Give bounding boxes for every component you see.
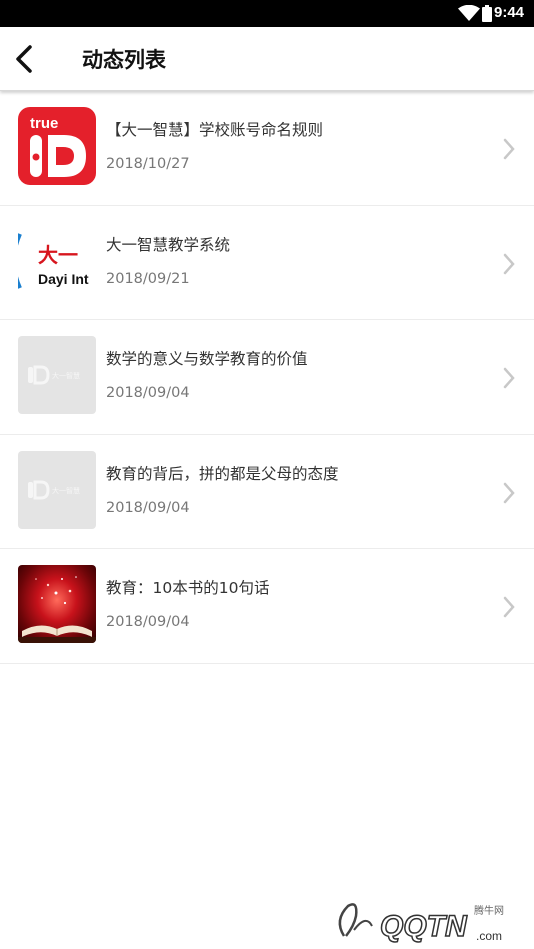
watermark-tag: 腾牛网 [474,906,504,917]
thumb-logo-en: Dayi Int [38,271,89,287]
item-title: 教育：10本书的10句话 [106,579,270,597]
watermark-suffix: .com [476,929,502,943]
chevron-right-icon [503,367,515,389]
thumb-logo-cn: 大一 [38,243,78,267]
dayi-logo-thumbnail: 大一 Dayi Int [18,221,96,300]
watermark-text: QQTN [380,910,468,943]
item-title: 教育的背后，拼的都是父母的态度 [106,464,339,483]
list-item[interactable]: 教育：10本书的10句话 2018/09/04 [0,549,534,664]
item-title: 数学的意义与数学教育的价值 [106,350,308,368]
list-item[interactable]: true 【大一智慧】学校账号命名规则 2018/10/27 [0,91,534,206]
placeholder-logo-thumbnail: 大一智慧 [18,336,96,414]
chevron-right-icon [503,138,515,160]
list-item[interactable]: 大一 Dayi Int 大一智慧教学系统 2018/09/21 [0,206,534,320]
thumb-placeholder-text: 大一智慧 [52,486,80,495]
item-date: 2018/09/21 [106,270,190,287]
item-title: 【大一智慧】学校账号命名规则 [106,121,324,139]
qqtn-watermark: QQTN .com [338,903,502,944]
header-bar: 动态列表 [0,27,534,91]
item-date: 2018/09/04 [106,499,190,516]
news-list: true 【大一智慧】学校账号命名规则 2018/10/27 大一 Dayi I… [0,91,534,664]
chevron-right-icon [503,596,515,618]
chevron-right-icon [503,253,515,274]
placeholder-logo-thumbnail: 大一智慧 [18,450,96,529]
item-date: 2018/09/04 [106,614,190,630]
thumb-placeholder-text: 大一智慧 [52,371,80,380]
list-item[interactable]: 大一智慧 教育的背后，拼的都是父母的态度 2018/09/04 [0,435,534,549]
item-title: 大一智慧教学系统 [106,235,231,254]
back-arrow-icon[interactable] [10,41,40,77]
list-item[interactable]: 大一智慧 数学的意义与数学教育的价值 2018/09/04 [0,320,534,435]
item-date: 2018/10/27 [106,156,190,172]
item-date: 2018/09/04 [106,385,190,401]
open-book-thumbnail [18,565,96,643]
chevron-right-icon [503,482,515,503]
thumb-logo-text: true [30,115,58,132]
battery-icon [482,5,492,22]
status-bar: 9:44 [0,0,534,27]
status-time: 9:44 [494,4,525,21]
page-title: 动态列表 [82,48,166,72]
wifi-icon [458,5,480,21]
trueid-logo-thumbnail: true [18,107,96,185]
